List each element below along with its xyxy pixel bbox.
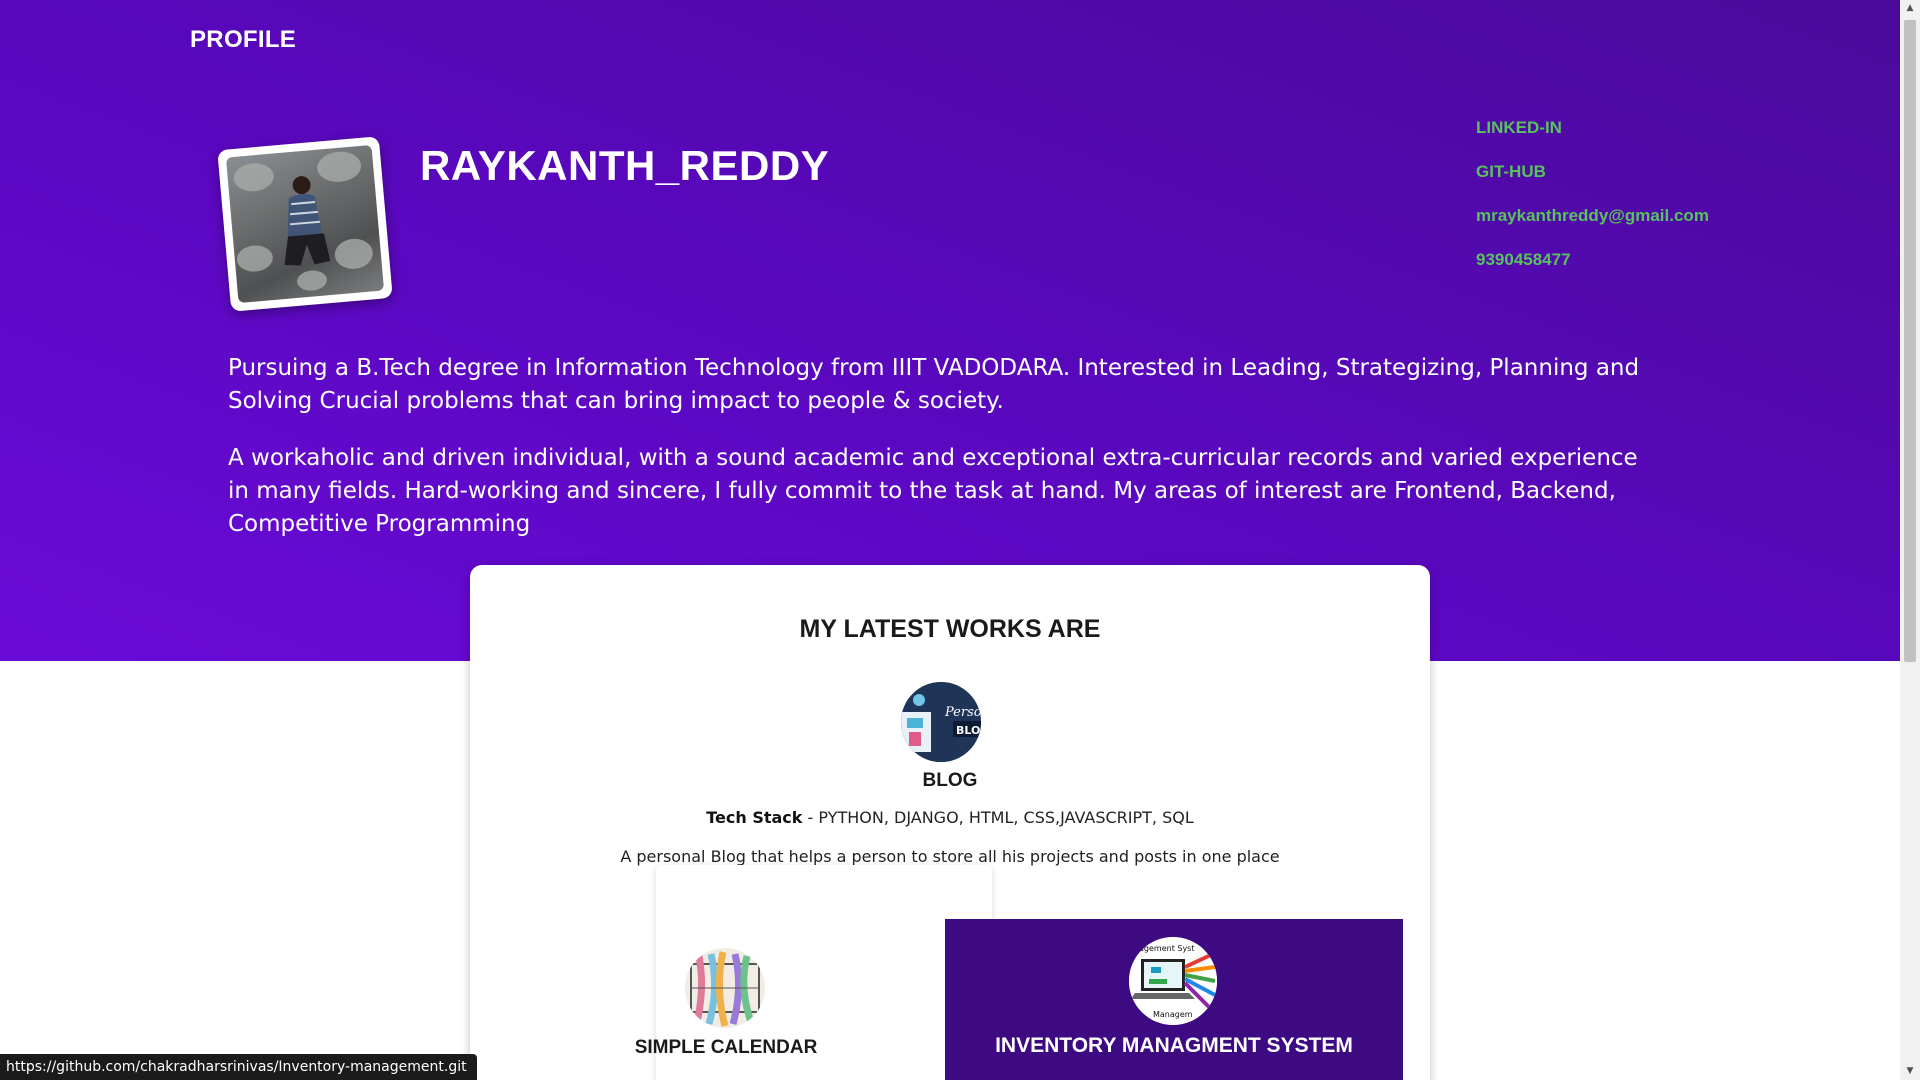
phone-link[interactable]: 9390458477 (1476, 248, 1709, 292)
blog-description: A personal Blog that helps a person to s… (620, 847, 1280, 866)
blog-tech-stack: Tech Stack - PYTHON, DJANGO, HTML, CSS,J… (470, 808, 1430, 827)
works-title: MY LATEST WORKS ARE (799, 615, 1101, 643)
bio: Pursuing a B.Tech degree in Information … (228, 352, 1648, 565)
hero-section: PROFILE RAYKANTH_REDDY LINKED-IN GIT-HUB (0, 0, 1900, 661)
scroll-up-icon[interactable]: ▲ (1900, 0, 1920, 17)
person-figure (284, 176, 331, 266)
email-link[interactable]: mraykanthreddy@gmail.com (1476, 204, 1709, 248)
profile-name: RAYKANTH_REDDY (420, 142, 830, 189)
inventory-title[interactable]: INVENTORY MANAGMENT SYSTEM (945, 1034, 1403, 1058)
calendar-title[interactable]: SIMPLE CALENDAR (626, 1037, 826, 1059)
scroll-down-icon[interactable]: ▼ (1900, 1063, 1920, 1080)
blog-thumb-text-2: BLO (956, 724, 980, 737)
bio-paragraph-1: Pursuing a B.Tech degree in Information … (228, 355, 1640, 414)
github-link[interactable]: GIT-HUB (1476, 160, 1709, 204)
tech-stack-label: Tech Stack (706, 808, 803, 827)
blog-thumbnail[interactable]: Perso BLO (901, 682, 981, 762)
calendar-thumbnail[interactable] (685, 948, 765, 1028)
brand-title[interactable]: PROFILE (190, 26, 296, 54)
blog-thumb-art: Perso BLO (901, 682, 981, 762)
blog-title[interactable]: BLOG (470, 770, 1430, 792)
tech-stack-value: - PYTHON, DJANGO, HTML, CSS,JAVASCRIPT, … (802, 808, 1194, 827)
inventory-thumb-text-bottom: Managem (1153, 1010, 1193, 1019)
blog-thumb-text-1: Perso (944, 705, 981, 720)
link-status-bar: https://github.com/chakradharsrinivas/In… (0, 1054, 477, 1080)
inventory-thumb-art: agement Syst Managem (1129, 937, 1217, 1025)
contact-links: LINKED-IN GIT-HUB mraykanthreddy@gmail.c… (1476, 116, 1709, 292)
linkedin-link[interactable]: LINKED-IN (1476, 116, 1709, 160)
avatar (217, 136, 393, 312)
inventory-thumbnail[interactable]: agement Syst Managem (1129, 937, 1217, 1025)
page-viewport: PROFILE RAYKANTH_REDDY LINKED-IN GIT-HUB (0, 0, 1900, 1080)
scroll-thumb[interactable] (1904, 20, 1916, 662)
bio-paragraph-2: A workaholic and driven individual, with… (228, 445, 1638, 537)
calendar-thumb-art (685, 948, 765, 1028)
avatar-photo (225, 144, 385, 304)
vertical-scrollbar[interactable]: ▲ ▼ (1900, 0, 1920, 1080)
inventory-card[interactable]: agement Syst Managem INVENTORY MANAGMENT… (945, 919, 1403, 1080)
inventory-thumb-text-top: agement Syst (1139, 944, 1194, 953)
